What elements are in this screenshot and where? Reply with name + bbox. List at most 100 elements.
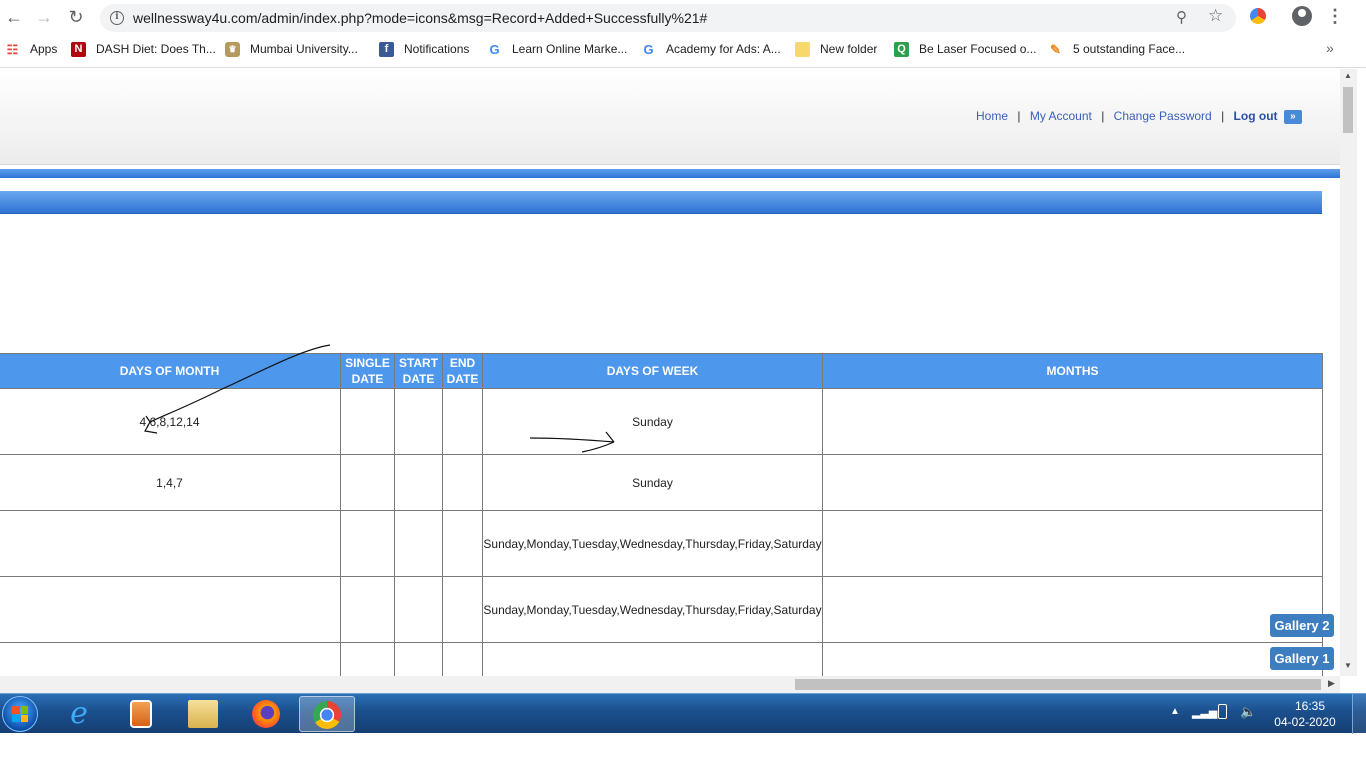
cell-months	[822, 510, 1323, 577]
bookmark-notifications[interactable]: f Notifications	[379, 40, 469, 58]
gallery-2-button[interactable]: Gallery 2	[1270, 614, 1334, 637]
university-crest-icon: ♛	[225, 41, 240, 57]
taskbar-internet-explorer[interactable]: e	[52, 696, 108, 732]
volume-muted-icon[interactable]: 🔈	[1240, 704, 1256, 720]
cell-single-date	[340, 510, 395, 577]
taskbar-firefox[interactable]	[238, 696, 294, 732]
logout-arrow-icon[interactable]: »	[1283, 109, 1302, 124]
taskbar-media-player[interactable]	[114, 696, 170, 732]
profile-avatar-icon[interactable]	[1292, 6, 1312, 26]
more-bookmarks-chevron-icon[interactable]: »	[1326, 40, 1334, 56]
bookmark-label: New folder	[820, 42, 878, 56]
extension-icon[interactable]	[1250, 8, 1266, 24]
link-separator: |	[1221, 109, 1225, 123]
horizontal-scroll-thumb[interactable]	[795, 679, 1321, 690]
bookmark-star-icon[interactable]: ☆	[1208, 6, 1223, 26]
icons-schedule-table: DAYS OF MONTH SINGLE DATE START DATE END…	[0, 353, 1323, 676]
cell-end-date	[442, 454, 483, 511]
internet-explorer-icon: e	[70, 696, 88, 731]
my-account-link[interactable]: My Account	[1030, 109, 1092, 123]
folder-icon	[795, 41, 810, 57]
facebook-icon: f	[379, 41, 394, 57]
logout-link[interactable]: Log out	[1234, 109, 1278, 123]
col-header-end-date: END DATE	[442, 353, 483, 389]
cell-single-date	[340, 454, 395, 511]
back-arrow-icon[interactable]: ←	[4, 6, 24, 28]
horizontal-scrollbar[interactable]: ▶	[0, 676, 1340, 693]
netflix-n-icon: N	[71, 41, 86, 57]
show-desktop-button[interactable]	[1352, 694, 1366, 734]
cell-end-date	[442, 576, 483, 643]
taskbar-chrome[interactable]	[299, 696, 355, 732]
cell-start-date	[394, 576, 443, 643]
table-row: Sunday,Monday,Tuesday,Wednesday,Thursday…	[0, 576, 1323, 643]
cell-end-date	[442, 388, 483, 455]
scroll-down-arrow-icon[interactable]: ▼	[1344, 661, 1352, 670]
link-separator: |	[1101, 109, 1105, 123]
table-row	[0, 642, 1323, 676]
more-menu-icon[interactable]: ⋮	[1326, 6, 1344, 27]
bookmark-academy-ads[interactable]: G Academy for Ads: A...	[641, 40, 780, 58]
admin-header: Home | My Account | Change Password | Lo…	[0, 69, 1340, 165]
scroll-right-arrow-icon[interactable]: ▶	[1328, 678, 1335, 689]
bookmark-label: Notifications	[404, 42, 470, 56]
windows-logo-icon	[12, 706, 28, 722]
media-player-icon	[130, 700, 152, 728]
bookmark-mumbai-university[interactable]: ♛ Mumbai University...	[225, 40, 358, 58]
bookmark-dash-diet[interactable]: N DASH Diet: Does Th...	[71, 40, 216, 58]
q-icon: Q	[894, 41, 909, 57]
cell-days-of-week: Sunday,Monday,Tuesday,Wednesday,Thursday…	[482, 576, 823, 643]
start-button[interactable]	[2, 696, 38, 732]
battery-icon[interactable]	[1218, 704, 1227, 719]
header-blue-stripe	[0, 169, 1340, 178]
cell-start-date	[394, 454, 443, 511]
change-password-link[interactable]: Change Password	[1114, 109, 1212, 123]
chrome-icon	[313, 701, 341, 729]
col-header-months: MONTHS	[822, 353, 1323, 389]
bookmark-be-laser[interactable]: Q Be Laser Focused o...	[894, 40, 1036, 58]
info-icon[interactable]: i	[110, 11, 124, 25]
cell-single-date	[340, 642, 395, 676]
pen-icon: ✎	[1050, 41, 1061, 57]
cell-start-date	[394, 642, 443, 676]
vertical-scroll-thumb[interactable]	[1343, 87, 1353, 133]
cell-end-date	[442, 642, 483, 676]
bookmark-apps[interactable]: ☷ Apps	[5, 40, 58, 58]
cell-months	[822, 454, 1323, 511]
cell-months	[822, 576, 1323, 643]
browser-toolbar: ← → ↻ i wellnessway4u.com/admin/index.ph…	[0, 0, 1366, 68]
network-signal-icon[interactable]: ▂▃▅	[1192, 706, 1217, 719]
cell-days-of-month: 4,6,8,12,14	[0, 388, 341, 455]
taskbar-file-explorer[interactable]	[176, 696, 232, 732]
cell-months	[822, 388, 1323, 455]
cell-days-of-week: Sunday	[482, 454, 823, 511]
cell-days-of-month	[0, 510, 341, 577]
bookmark-label: Learn Online Marke...	[512, 42, 628, 56]
link-separator: |	[1017, 109, 1021, 123]
url-text[interactable]: wellnessway4u.com/admin/index.php?mode=i…	[133, 10, 707, 26]
cell-end-date	[442, 510, 483, 577]
scroll-up-arrow-icon[interactable]: ▲	[1344, 71, 1352, 80]
windows-taskbar: e ▲ ▂▃▅ 🔈 16:35 04-02-2020	[0, 693, 1366, 734]
tray-expand-arrow-icon[interactable]: ▲	[1170, 706, 1180, 717]
address-bar[interactable]: i wellnessway4u.com/admin/index.php?mode…	[100, 4, 1236, 32]
cell-days-of-week: Sunday	[482, 388, 823, 455]
zoom-icon[interactable]: ⚲	[1176, 8, 1187, 26]
cell-days-of-week	[482, 642, 823, 676]
cell-days-of-month	[0, 576, 341, 643]
cell-days-of-week: Sunday,Monday,Tuesday,Wednesday,Thursday…	[482, 510, 823, 577]
forward-arrow-icon[interactable]: →	[34, 6, 54, 28]
bookmark-learn-online[interactable]: G Learn Online Marke...	[487, 40, 627, 58]
bookmark-new-folder[interactable]: New folder	[795, 40, 877, 58]
cell-days-of-month: 1,4,7	[0, 454, 341, 511]
table-header-row: DAYS OF MONTH SINGLE DATE START DATE END…	[0, 353, 1323, 389]
vertical-scrollbar[interactable]: ▲ ▼	[1340, 69, 1357, 676]
home-link[interactable]: Home	[976, 109, 1008, 123]
clock-date[interactable]: 04-02-2020	[1270, 715, 1340, 729]
top-links: Home | My Account | Change Password | Lo…	[976, 109, 1302, 124]
page-viewport: Home | My Account | Change Password | Lo…	[0, 69, 1340, 676]
gallery-1-button[interactable]: Gallery 1	[1270, 647, 1334, 670]
clock-time[interactable]: 16:35	[1280, 699, 1340, 713]
bookmark-outstanding-face[interactable]: ✎ 5 outstanding Face...	[1048, 40, 1185, 58]
reload-icon[interactable]: ↻	[66, 6, 86, 28]
